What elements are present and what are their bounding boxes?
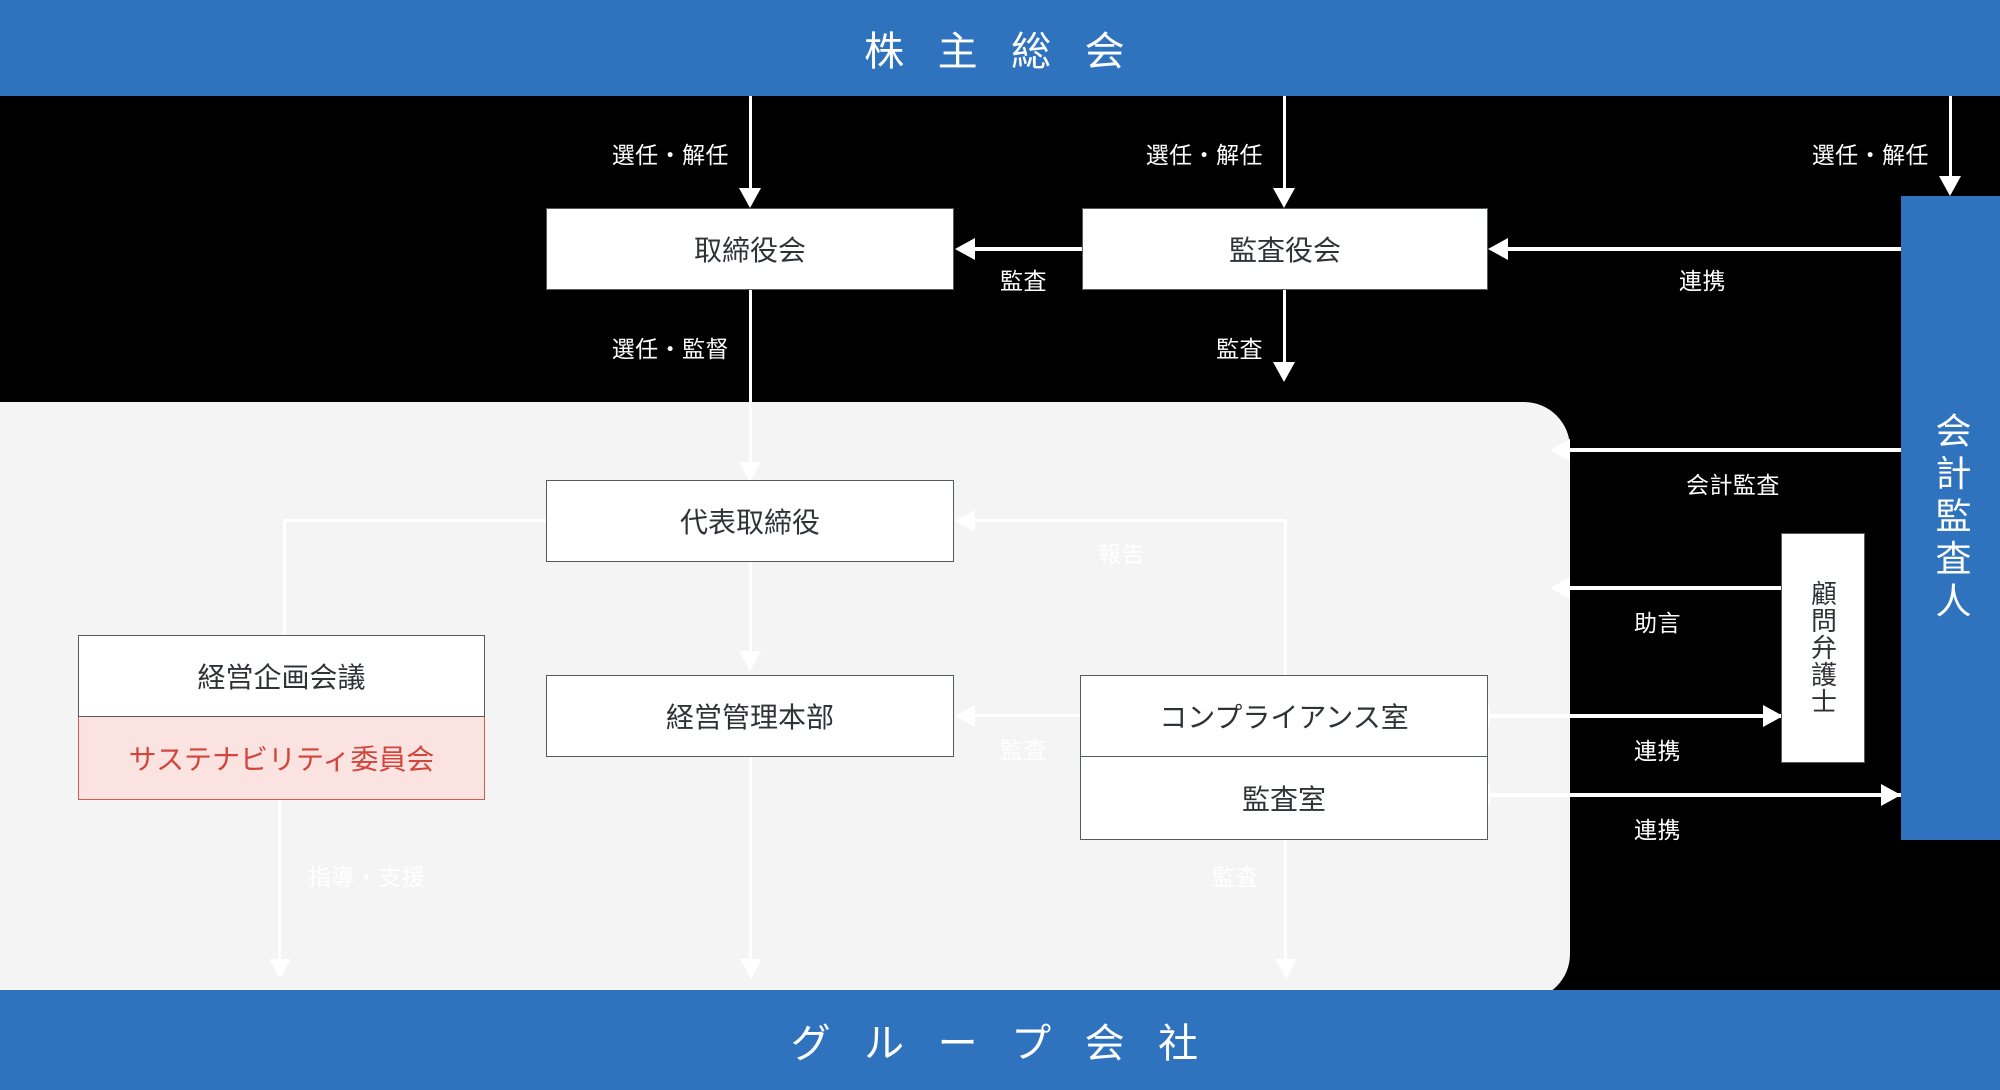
node-compliance-office: コンプライアンス室: [1080, 675, 1488, 757]
edge-cooperate-accountant-auditors-arrow: [1488, 238, 1508, 260]
node-compliance-office-label: コンプライアンス室: [1159, 702, 1409, 733]
edge-label-audit-internal: 監査: [1000, 737, 1047, 763]
edge-accounting-audit-arrow: [1550, 439, 1570, 461]
edge-label-appoint-dismiss-accountant: 選任・解任: [1811, 142, 1929, 168]
edge-label-audit-auditors-down: 監査: [1216, 336, 1263, 362]
edge-label-advice: 助言: [1634, 610, 1681, 636]
edge-audit-to-group-line: [1284, 840, 1287, 965]
edge-cooperate-lawyer-line: [1490, 714, 1783, 718]
edge-rep-to-planning-vertical: [283, 519, 286, 637]
node-representative-director-label: 代表取締役: [679, 507, 820, 538]
edge-audit-auditors-to-board-line: [975, 247, 1082, 251]
edge-label-appoint-supervise: 選任・監督: [611, 336, 729, 362]
node-management-planning-meeting: 経営企画会議: [78, 635, 485, 717]
edge-audit-auditors-down-arrow: [1273, 362, 1295, 382]
node-management-headquarters-label: 経営管理本部: [665, 702, 834, 733]
node-compliance-stack: コンプライアンス室 監査室: [1080, 675, 1488, 840]
edge-audit-auditors-to-board-arrow: [955, 238, 975, 260]
edge-appoint-dismiss-accountant-line: [1949, 96, 1952, 178]
group-companies-label: グ ル ー プ 会 社: [790, 1022, 1210, 1066]
governance-diagram: 株 主 総 会 グ ル ー プ 会 社 会計監査人 選任・解任 選任・解任 選任…: [0, 0, 2000, 1090]
edge-report-arrow: [955, 510, 975, 532]
edge-audit-internal-line: [975, 714, 1080, 717]
edge-audit-internal-arrow: [955, 705, 975, 727]
edge-label-cooperate-accountant: 連携: [1634, 817, 1681, 843]
node-advisory-lawyer-label: 顧問弁護士: [1807, 580, 1838, 716]
edge-advice-arrow: [1550, 577, 1570, 599]
node-advisory-lawyer: 顧問弁護士: [1781, 533, 1865, 763]
edge-appoint-supervise-line: [749, 290, 752, 468]
edge-appoint-dismiss-board-arrow: [739, 188, 761, 208]
accounting-auditor-panel: 会計監査人: [1901, 196, 2000, 840]
node-board-of-directors: 取締役会: [546, 208, 954, 290]
edge-label-appoint-dismiss-auditors: 選任・解任: [1145, 142, 1263, 168]
edge-appoint-supervise-arrow: [739, 462, 761, 482]
edge-appoint-dismiss-accountant-arrow: [1939, 176, 1961, 196]
edge-audit-auditors-down-line: [1283, 290, 1286, 368]
node-audit-office-label: 監査室: [1241, 784, 1326, 815]
node-board-of-auditors: 監査役会: [1082, 208, 1488, 290]
edge-accounting-audit-line: [1570, 448, 1901, 452]
node-management-planning-meeting-label: 経営企画会議: [197, 662, 366, 693]
edge-label-appoint-dismiss-board: 選任・解任: [611, 142, 729, 168]
edge-label-cooperate-accountant-auditors: 連携: [1679, 268, 1726, 294]
edge-report-horizontal: [975, 519, 1287, 522]
edge-rep-to-mgmt-arrow: [739, 651, 761, 671]
edge-cooperate-accountant-auditors-line: [1508, 247, 1901, 251]
edge-mgmt-to-group-arrow: [740, 959, 762, 979]
edge-cooperate-lawyer-arrow-right: [1763, 705, 1783, 727]
edge-cooperate-accountant-arrow-right: [1881, 784, 1901, 806]
node-representative-director: 代表取締役: [546, 480, 954, 562]
edge-appoint-dismiss-board-line: [749, 96, 752, 190]
accounting-auditor-label: 会計監査人: [1930, 411, 1972, 625]
edge-audit-to-group-arrow: [1275, 959, 1297, 979]
edge-appoint-dismiss-auditors-line: [1283, 96, 1286, 190]
edge-label-audit-auditors-to-board: 監査: [1000, 268, 1047, 294]
node-planning-stack: 経営企画会議 サステナビリティ委員会: [78, 635, 485, 800]
group-companies-bar: グ ル ー プ 会 社: [0, 990, 2000, 1090]
edge-rep-to-mgmt-line: [749, 562, 752, 657]
edge-mgmt-to-group-line: [749, 757, 752, 965]
edge-label-accounting-audit: 会計監査: [1686, 472, 1780, 498]
edge-cooperate-accountant-line: [1490, 793, 1901, 797]
node-audit-office: 監査室: [1080, 757, 1488, 840]
edge-appoint-dismiss-auditors-arrow: [1273, 188, 1295, 208]
edge-label-cooperate-lawyer: 連携: [1634, 738, 1681, 764]
edge-rep-to-planning-horizontal: [283, 519, 546, 522]
shareholders-meeting-label: 株 主 総 会: [864, 30, 1136, 74]
edge-label-report: 報告: [1098, 541, 1145, 567]
edge-label-audit-to-group: 監査: [1212, 864, 1259, 890]
node-board-of-auditors-label: 監査役会: [1228, 235, 1341, 266]
edge-label-guidance-support: 指導・支援: [308, 864, 426, 890]
edge-guidance-support-line: [278, 800, 281, 965]
shareholders-meeting-bar: 株 主 総 会: [0, 0, 2000, 96]
edge-report-vertical: [1284, 519, 1287, 677]
node-management-headquarters: 経営管理本部: [546, 675, 954, 757]
node-sustainability-committee-label: サステナビリティ委員会: [128, 744, 435, 775]
edge-guidance-support-arrow: [269, 959, 291, 979]
node-board-of-directors-label: 取締役会: [693, 235, 806, 266]
edge-advice-line: [1570, 586, 1783, 590]
node-sustainability-committee: サステナビリティ委員会: [78, 717, 485, 800]
